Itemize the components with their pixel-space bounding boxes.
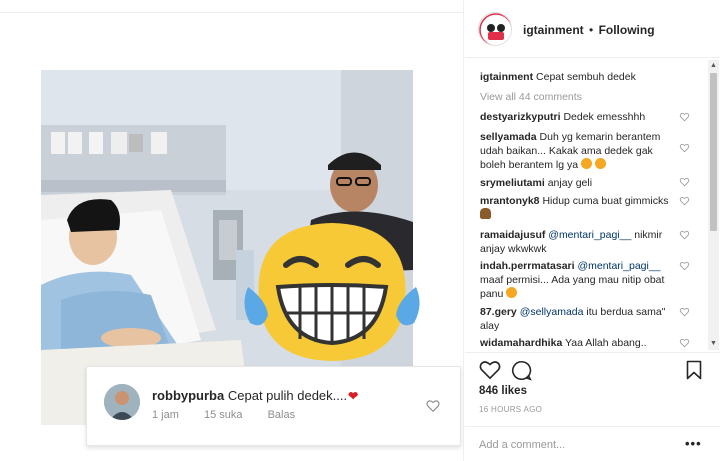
heart-icon[interactable] <box>426 399 440 413</box>
header-separator: • <box>589 23 594 37</box>
scroll-up-arrow-icon[interactable]: ▲ <box>710 62 717 70</box>
comment-mention[interactable]: @mentari_pagi__ <box>577 260 660 272</box>
heart-icon[interactable] <box>679 261 690 271</box>
comment-text: anjay geli <box>547 177 593 189</box>
comments-list: igtainment Cepat sembuh dedek View all 4… <box>465 62 711 348</box>
comment-user[interactable]: srymeliutami <box>480 177 545 189</box>
post-timestamp[interactable]: 16 HOURS AGO <box>479 405 542 414</box>
list-item: indah.perrmatasari @mentari_pagi__ maaf … <box>480 259 680 301</box>
caption-text: Cepat sembuh dedek <box>536 71 636 83</box>
comment-user[interactable]: widamahardhika <box>480 337 562 348</box>
post-media-panel: robbypurba Cepat pulih dedek....❤ 1 jam … <box>0 0 464 461</box>
post-header: igtainment • Following <box>465 0 720 58</box>
add-comment-bar: ••• <box>465 426 720 461</box>
heart-icon[interactable] <box>679 230 690 240</box>
comment-text: Yaa Allah abang.. <box>565 337 647 348</box>
heart-icon[interactable] <box>679 112 690 122</box>
overlay-comment-card: robbypurba Cepat pulih dedek....❤ 1 jam … <box>86 366 461 446</box>
view-all-comments-link[interactable]: View all 44 comments <box>480 91 582 103</box>
scrollbar-thumb[interactable] <box>710 73 717 231</box>
red-heart-icon: ❤ <box>348 389 359 403</box>
tears-of-joy-emoji <box>244 223 420 361</box>
list-item: 87.gery @sellyamada itu berdua sama" ala… <box>480 305 680 333</box>
comment-user[interactable]: 87.gery <box>480 306 517 318</box>
list-item: sellyamada Duh yg kemarin berantem udah … <box>480 130 680 172</box>
more-options-button[interactable]: ••• <box>685 436 702 451</box>
caption-user[interactable]: igtainment <box>480 71 533 83</box>
comment-text: Hidup cuma buat gimmicks <box>542 195 669 207</box>
heart-icon[interactable] <box>679 143 690 153</box>
overlay-comment-user[interactable]: robbypurba <box>152 388 224 403</box>
bookmark-icon[interactable] <box>686 360 702 380</box>
list-item: widamahardhika Yaa Allah abang.. <box>480 336 695 348</box>
header-user-line: igtainment • Following <box>523 23 655 37</box>
list-item: ramaidajusuf @mentari_pagi__ nikmir anja… <box>480 228 680 256</box>
overlay-comment-text: robbypurba Cepat pulih dedek....❤ <box>152 388 358 403</box>
scroll-down-arrow-icon[interactable]: ▼ <box>710 340 717 348</box>
overlay-comment-meta: 1 jam 15 suka Balas <box>152 409 317 421</box>
heart-icon[interactable] <box>679 196 690 206</box>
post-sidebar: igtainment • Following igtainment Cepat … <box>465 0 720 461</box>
overlay-comment-time: 1 jam <box>152 409 179 421</box>
comment-user[interactable]: mrantonyk8 <box>480 195 540 207</box>
overlay-comment-reply[interactable]: Balas <box>268 409 296 421</box>
like-heart-icon[interactable] <box>479 360 501 380</box>
list-item: mrantonyk8 Hidup cuma buat gimmicks <box>480 194 670 222</box>
heart-icon[interactable] <box>679 338 690 348</box>
overlay-comment-body: Cepat pulih dedek.... <box>227 388 348 403</box>
heart-icon[interactable] <box>679 177 690 187</box>
comment-mention[interactable]: @sellyamada <box>520 306 584 318</box>
list-item: destyarizkyputri Dedek emesshhh <box>480 110 695 124</box>
caption: igtainment Cepat sembuh dedek <box>480 70 695 84</box>
heart-icon[interactable] <box>679 307 690 317</box>
avatar[interactable] <box>104 384 140 420</box>
add-comment-input[interactable] <box>479 437 669 453</box>
likes-count[interactable]: 846 likes <box>479 385 527 397</box>
comment-mention[interactable]: @mentari_pagi__ <box>548 229 631 241</box>
comment-user[interactable]: indah.perrmatasari <box>480 260 575 272</box>
laughing-emoji-icon <box>506 287 518 298</box>
following-button[interactable]: Following <box>599 23 655 37</box>
comments-scrollbar[interactable]: ▲ ▼ <box>708 60 719 350</box>
comment-user[interactable]: sellyamada <box>480 131 537 143</box>
list-item: srymeliutami anjay geli <box>480 176 695 190</box>
instagram-post-view: robbypurba Cepat pulih dedek....❤ 1 jam … <box>0 0 720 461</box>
comment-user[interactable]: destyarizkyputri <box>480 111 561 123</box>
smiling-emoji-icon <box>581 158 592 169</box>
comment-text: Dedek emesshhh <box>563 111 646 123</box>
post-actions: 846 likes 16 HOURS AGO ••• <box>465 352 720 461</box>
header-username[interactable]: igtainment <box>523 23 584 37</box>
overlay-comment-likes[interactable]: 15 suka <box>204 409 243 421</box>
comment-user[interactable]: ramaidajusuf <box>480 229 545 241</box>
poop-emoji-icon <box>480 208 491 219</box>
smiling-emoji-icon <box>594 158 606 169</box>
avatar[interactable] <box>478 12 512 46</box>
comment-icon[interactable] <box>511 360 532 381</box>
top-divider <box>0 12 464 13</box>
